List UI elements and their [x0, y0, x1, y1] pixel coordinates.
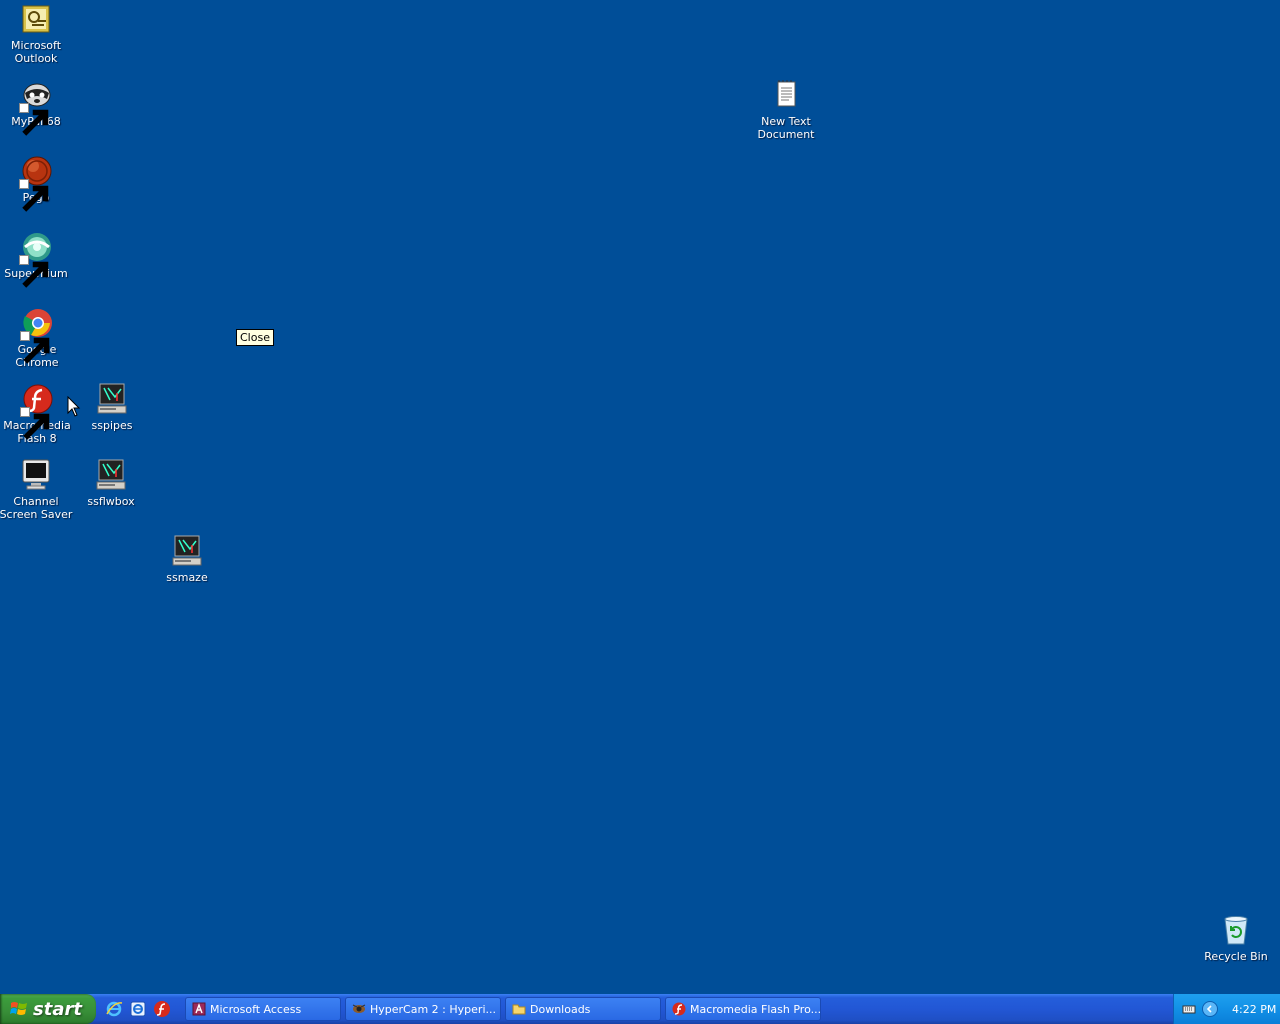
desktop-icon-label: ssmaze: [166, 571, 208, 584]
mouse-cursor-icon: [67, 395, 81, 418]
desktop-icon-ssmaze[interactable]: ssmaze: [149, 535, 225, 584]
taskbar-button-label: Downloads: [530, 1002, 591, 1016]
screensaver-icon: [170, 535, 204, 569]
desktop-icon-label: ssflwbox: [87, 495, 135, 508]
close-tooltip: Close: [236, 329, 274, 346]
screensaver-icon: [95, 383, 129, 417]
desktop-icon-ssflwbox[interactable]: ssflwbox: [73, 459, 149, 508]
desktop-icon-mypal[interactable]: MyPal 68: [0, 79, 74, 136]
quick-launch: [104, 999, 172, 1019]
desktop-icon-channel-screen-saver[interactable]: Channel Screen Saver: [0, 459, 74, 521]
ie-icon[interactable]: [104, 999, 124, 1019]
screensaver-icon: [94, 459, 128, 493]
hypercam-icon: [352, 1002, 366, 1016]
taskbar-button-hypercam[interactable]: HyperCam 2 : Hyperi...: [345, 997, 501, 1021]
outlook-icon: [19, 3, 53, 37]
system-tray: 4:22 PM: [1173, 994, 1280, 1024]
shortcut-arrow-icon: [19, 255, 49, 288]
shortcut-arrow-icon: [19, 103, 49, 136]
show-hidden-icons-chevron-icon[interactable]: [1202, 1001, 1218, 1017]
start-label: start: [33, 998, 82, 1020]
start-button[interactable]: start: [0, 994, 96, 1024]
taskbar-button-macromedia-flash[interactable]: Macromedia Flash Pro...: [665, 997, 821, 1021]
desktop: Microsoft Outlook MyPal 68 Pego Supermiu…: [0, 0, 1280, 994]
flash-icon: [20, 383, 54, 440]
desktop-icon-supermium[interactable]: Supermium: [0, 231, 74, 288]
desktop-icon-new-text-document[interactable]: New Text Document: [748, 79, 824, 141]
pego-icon: [19, 155, 53, 212]
taskbar-button-downloads[interactable]: Downloads: [505, 997, 661, 1021]
taskbar-button-label: Microsoft Access: [210, 1002, 302, 1016]
taskbar-button-microsoft-access[interactable]: Microsoft Access: [185, 997, 341, 1021]
supermium-icon: [19, 231, 53, 288]
folder-icon: [512, 1002, 526, 1016]
desktop-icon-pego[interactable]: Pego: [0, 155, 74, 212]
chrome-icon: [20, 307, 54, 364]
taskbar-button-label: HyperCam 2 : Hyperi...: [370, 1002, 496, 1016]
taskbar-button-label: Macromedia Flash Pro...: [690, 1002, 821, 1016]
ie-alt-icon[interactable]: [128, 999, 148, 1019]
desktop-icon-label: New Text Document: [757, 115, 815, 141]
access-icon: [192, 1002, 206, 1016]
desktop-icon-label: Channel Screen Saver: [0, 495, 73, 521]
shortcut-arrow-icon: [19, 179, 49, 212]
mypal-icon: [19, 79, 53, 136]
desktop-icon-sspipes[interactable]: sspipes: [74, 383, 150, 432]
desktop-icon-label: Microsoft Outlook: [10, 39, 62, 65]
recycle-bin-icon: [1219, 914, 1253, 948]
desktop-icon-microsoft-outlook[interactable]: Microsoft Outlook: [0, 3, 74, 65]
desktop-icon-recycle-bin[interactable]: Recycle Bin: [1198, 914, 1274, 963]
desktop-icon-label: Recycle Bin: [1204, 950, 1268, 963]
shortcut-arrow-icon: [20, 331, 50, 364]
windows-flag-icon: [10, 1000, 28, 1018]
keyboard-icon[interactable]: [1182, 1002, 1196, 1016]
clock[interactable]: 4:22 PM: [1232, 1003, 1276, 1016]
taskbar: start Microsoft Access HyperCam 2 : Hype…: [0, 994, 1280, 1024]
monitor-icon: [19, 459, 53, 493]
desktop-icon-google-chrome[interactable]: Google Chrome: [0, 307, 75, 369]
shortcut-arrow-icon: [20, 407, 50, 440]
desktop-icon-label: sspipes: [91, 419, 133, 432]
flash-icon: [672, 1002, 686, 1016]
desktop-icon-macromedia-flash[interactable]: Macromedia Flash 8: [0, 383, 75, 445]
flash-icon[interactable]: [152, 999, 172, 1019]
notepad-icon: [769, 79, 803, 113]
